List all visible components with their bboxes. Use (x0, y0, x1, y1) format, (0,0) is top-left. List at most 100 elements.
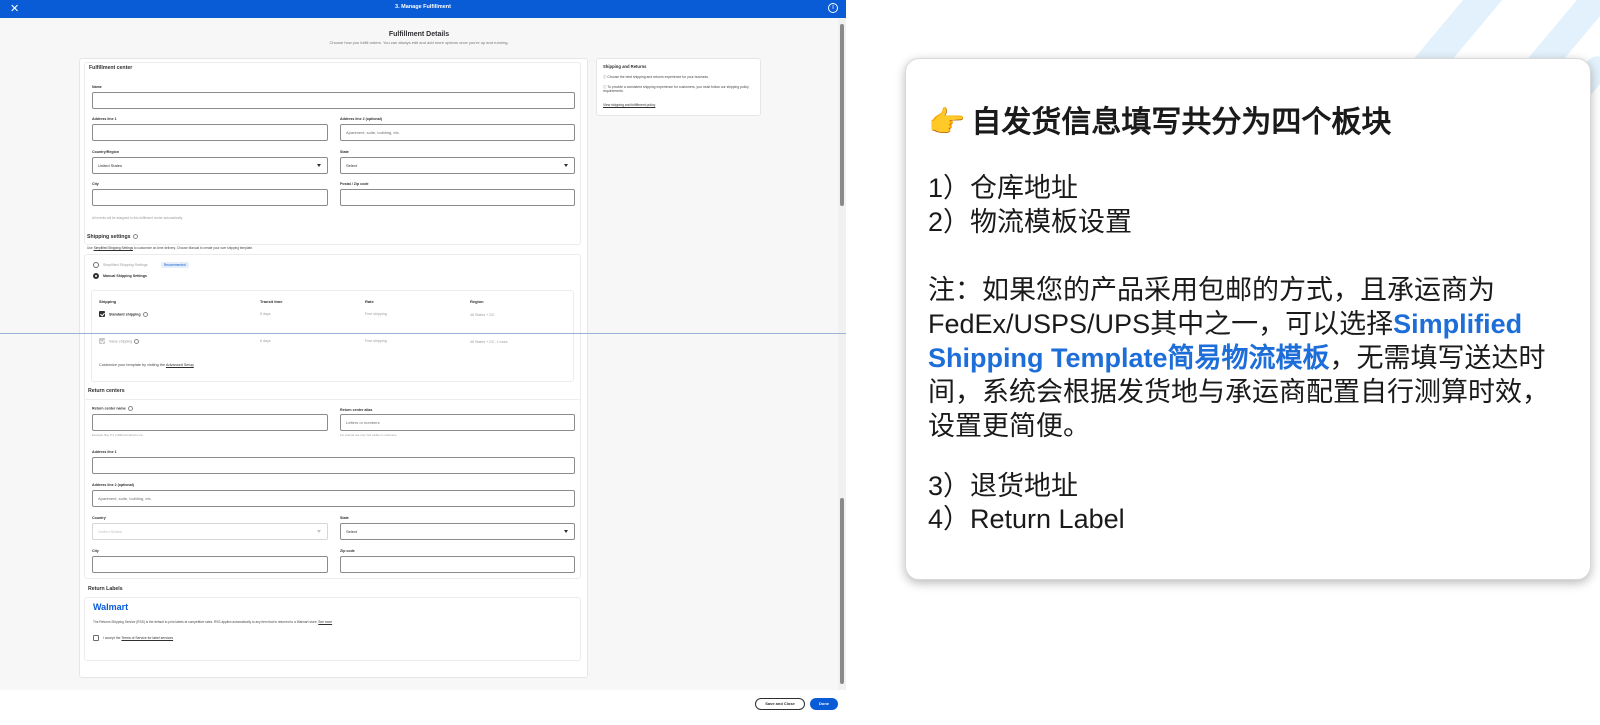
col-transit-time: Transit time (260, 299, 283, 304)
chevron-down-icon (317, 530, 321, 533)
callout-item-1: 1）仓库地址 (928, 173, 1079, 203)
info-icon[interactable] (132, 234, 138, 240)
shipping-policy-link[interactable]: View shipping and fulfillment policy (603, 103, 655, 107)
rc-address1-input[interactable] (92, 457, 575, 474)
sidebar-item-2: ⓘ To provide a consistent shipping exper… (603, 85, 749, 93)
instruction-callout: 👉 自发货信息填写共分为四个板块 1）仓库地址 2）物流模板设置 注：如果您的产品… (905, 58, 1591, 580)
walmart-logo: Walmart (93, 602, 129, 612)
rc-state-label: State (340, 516, 349, 520)
rc-name-input[interactable] (92, 414, 328, 431)
fc-state-select[interactable]: Select (340, 157, 575, 174)
chevron-down-icon (564, 164, 568, 167)
manual-shipping-radio[interactable] (93, 273, 99, 279)
scrollbar-thumb-upper[interactable] (840, 24, 844, 206)
window-title-bar: ✕ 3. Manage Fulfillment i (0, 0, 846, 18)
save-and-close-button[interactable]: Save and Close (755, 698, 805, 710)
shipping-template-table (91, 290, 574, 382)
fc-address2-label: Address line 2 (optional) (340, 117, 382, 121)
rc-address2-label: Address line 2 (optional) (92, 483, 134, 487)
fc-zip-label: Postal / Zip code (340, 182, 369, 186)
rc-alias-hint: For internal use only. Not visible to cu… (340, 433, 398, 437)
pointing-hand-icon: 👉 (928, 106, 966, 139)
fc-zip-input[interactable] (340, 189, 575, 206)
fc-note: All events will be assigned to this fulf… (92, 216, 183, 220)
info-icon[interactable] (142, 312, 148, 317)
info-icon[interactable] (127, 406, 133, 411)
manual-shipping-label: Manual Shipping Settings (103, 274, 147, 278)
fc-country-value: United States (98, 163, 123, 168)
value-shipping-checkbox[interactable] (99, 338, 105, 344)
standard-shipping-checkbox[interactable] (99, 311, 105, 317)
accept-terms-checkbox[interactable] (93, 635, 99, 641)
rc-city-label: City (92, 549, 99, 553)
standard-shipping-text: Standard shipping (109, 312, 141, 317)
rc-city-input[interactable] (92, 556, 328, 573)
rc-zip-label: Zip code (340, 549, 355, 553)
rc-country-label: Country (92, 516, 106, 520)
recommended-badge: Recommended (161, 262, 189, 268)
rc-address1-label: Address line 1 (92, 450, 117, 454)
fc-address1-input[interactable] (92, 124, 328, 141)
rc-state-select[interactable]: Select (340, 523, 575, 540)
fulfillment-screenshot: ✕ 3. Manage Fulfillment i Fulfillment De… (0, 0, 846, 725)
callout-title-text: 自发货信息填写共分为四个板块 (971, 106, 1392, 139)
rc-zip-input[interactable] (340, 556, 575, 573)
fc-name-input[interactable] (92, 92, 575, 109)
return-labels-desc-text: The Returns Shipping Service (RSS) is th… (93, 620, 318, 624)
shipping-settings-title-text: Shipping settings (87, 234, 131, 240)
page-subtitle: Choose how you fulfill orders. You can a… (329, 40, 509, 45)
rc-name-label: Return center name (92, 406, 133, 411)
page-title: Fulfillment Details (388, 31, 450, 38)
standard-shipping-transit: 5 days (260, 312, 271, 316)
value-shipping-rate: Free shipping (365, 339, 387, 343)
fc-country-label: Country/Region (92, 150, 119, 154)
shipping-returns-sidebar: Shipping and Returns ⓘ Choose the best s… (596, 58, 761, 116)
simplified-shipping-radio[interactable] (93, 262, 99, 268)
rc-name-label-text: Return center name (92, 406, 126, 411)
simplified-shipping-link[interactable]: Simplified Shipping Settings (94, 246, 134, 250)
col-region: Region (470, 299, 484, 304)
shipping-desc-prefix: Use (87, 246, 93, 250)
see-more-link[interactable]: See more (318, 620, 332, 624)
shipping-desc-suffix: to customize on-time delivery. Choose Ma… (133, 246, 253, 250)
col-rate: Rate (365, 299, 374, 304)
return-labels-title: Return Labels (88, 586, 123, 592)
standard-shipping-rate: Free shipping (365, 312, 387, 316)
value-shipping-transit: 6 days (260, 339, 271, 343)
value-shipping-text: Value shipping (109, 339, 133, 344)
callout-note: 注：如果您的产品采用包邮的方式，且承运商为FedEx/USPS/UPS其中之一，… (928, 273, 1568, 443)
customize-template-text: Customize your template by visiting the … (99, 363, 194, 367)
scrollbar-thumb-lower[interactable] (840, 498, 844, 684)
info-icon[interactable]: i (828, 3, 838, 13)
page-heading: Fulfillment Details Choose how you fulfi… (0, 18, 838, 45)
rc-state-value: Select (346, 529, 358, 534)
sidebar-title: Shipping and Returns (603, 64, 647, 69)
fc-address2-input[interactable]: Apartment, suite, building, etc. (340, 124, 575, 141)
terms-of-service-link[interactable]: Terms of Service for label services (121, 636, 173, 640)
fc-country-select[interactable]: United States (92, 157, 328, 174)
slide: ✕ 3. Manage Fulfillment i Fulfillment De… (0, 0, 1600, 725)
accept-prefix: I accept the (103, 636, 121, 640)
advanced-setup-link[interactable]: Advanced Setup (166, 363, 194, 367)
fc-city-input[interactable] (92, 189, 328, 206)
fc-name-label: Name (92, 85, 102, 89)
callout-title: 👉 自发货信息填写共分为四个板块 (928, 97, 1391, 141)
fc-address1-label: Address line 1 (92, 117, 117, 121)
info-icon[interactable] (134, 339, 140, 344)
content-area: Fulfillment Details Choose how you fulfi… (0, 18, 838, 690)
sidebar-item-1-text: Choose the best shipping and returns exp… (607, 75, 709, 79)
value-shipping-name: Value shipping (109, 339, 140, 344)
rc-alias-input[interactable]: Letters or numbers (340, 414, 575, 431)
customize-prefix: Customize your template by visiting the (99, 363, 166, 367)
sidebar-item-1: ⓘ Choose the best shipping and returns e… (603, 75, 709, 79)
scrollbar[interactable] (838, 18, 846, 690)
return-labels-desc: The Returns Shipping Service (RSS) is th… (93, 620, 332, 624)
simplified-shipping-label: Simplified Shipping Settings (103, 263, 148, 267)
shipping-settings-title: Shipping settings (87, 234, 138, 240)
standard-shipping-name: Standard shipping (109, 312, 148, 317)
sidebar-item-2-text: To provide a consistent shipping experie… (603, 85, 749, 93)
done-button[interactable]: Done (810, 698, 838, 710)
fulfillment-center-title: Fulfillment center (89, 65, 133, 71)
rc-address2-input[interactable]: Apartment, suite, building, etc. (92, 490, 575, 507)
rc-country-select[interactable]: United States (92, 523, 328, 540)
